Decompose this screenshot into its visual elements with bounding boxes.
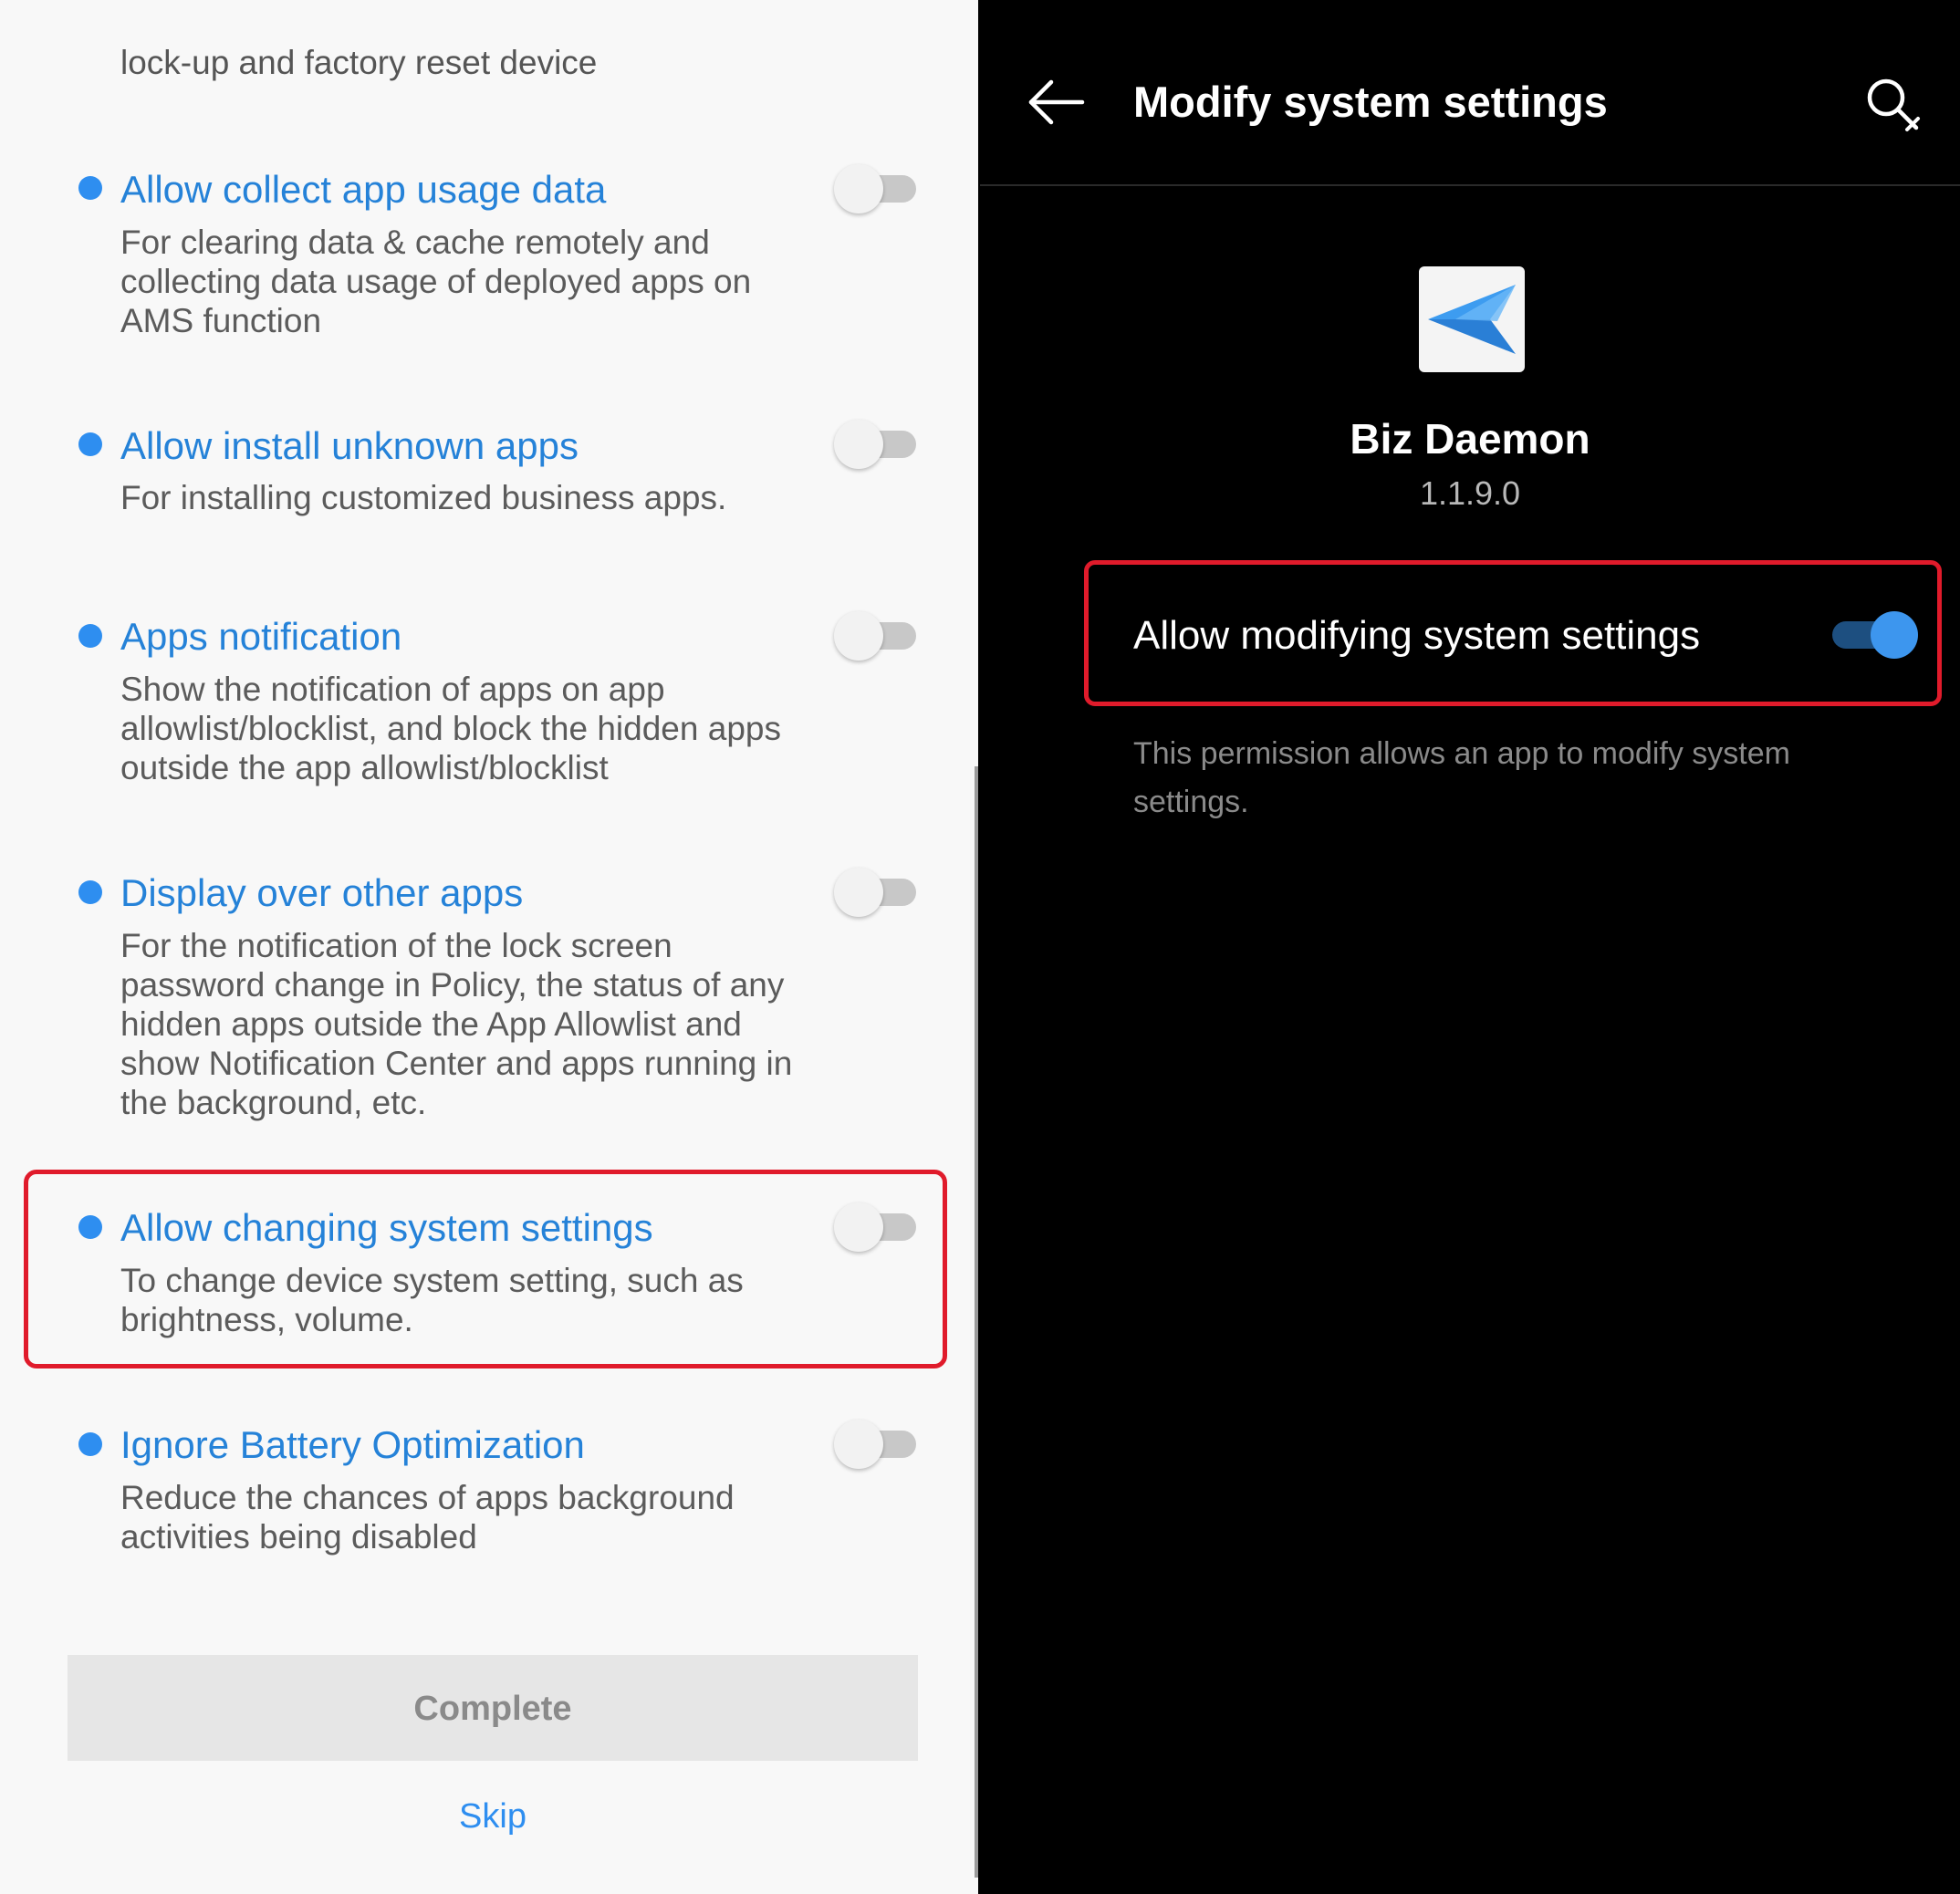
toggle-thumb: [834, 611, 883, 661]
install-unknown-toggle[interactable]: [834, 420, 918, 469]
permission-description: Reduce the chances of apps background ac…: [120, 1479, 735, 1556]
bullet-dot: [78, 176, 102, 200]
app-version: 1.1.9.0: [1419, 474, 1521, 512]
change-system-settings-toggle[interactable]: [834, 1202, 918, 1252]
permission-title: Allow changing system settings: [120, 1206, 653, 1249]
page-title: Modify system settings: [1133, 78, 1608, 126]
permission-title: Allow install unknown apps: [120, 424, 579, 467]
permission-description: For installing customized business apps.: [120, 479, 727, 516]
battery-optimization-toggle[interactable]: [834, 1420, 918, 1469]
arrow-left-icon: [1028, 79, 1085, 125]
app-name: Biz Daemon: [1350, 415, 1590, 463]
skip-link[interactable]: Skip: [68, 1797, 918, 1837]
permissions-panel: lock-up and factory reset device Allow c…: [0, 0, 978, 1894]
permission-title: Ignore Battery Optimization: [120, 1423, 585, 1466]
permission-description: This permission allows an app to modify …: [1133, 736, 1790, 819]
search-button[interactable]: [1861, 73, 1925, 137]
back-button[interactable]: [1024, 75, 1089, 130]
toggle-thumb: [834, 420, 883, 469]
previous-permission-description: lock-up and factory reset device: [120, 44, 598, 81]
header-divider: [980, 184, 1960, 186]
modify-system-settings-screen: Modify system settings Biz Daemon 1.1.9.…: [980, 0, 1960, 1894]
bullet-dot: [78, 880, 102, 904]
toggle-thumb: [834, 868, 883, 917]
scrollbar[interactable]: [975, 766, 978, 1878]
bullet-dot: [78, 1215, 102, 1239]
bullet-dot: [78, 624, 102, 648]
permission-title: Display over other apps: [120, 871, 524, 914]
allow-modifying-label: Allow modifying system settings: [1133, 613, 1701, 658]
toggle-thumb: [834, 1420, 883, 1469]
allow-modifying-toggle[interactable]: [1832, 609, 1918, 661]
apps-notification-toggle[interactable]: [834, 611, 918, 661]
permission-description: Show the notification of apps on app all…: [120, 671, 781, 786]
toggle-thumb: [834, 1202, 883, 1252]
permission-description: For clearing data & cache remotely and c…: [120, 224, 752, 339]
toggle-thumb: [834, 164, 883, 213]
permission-description: To change device system setting, such as…: [120, 1262, 744, 1338]
display-over-toggle[interactable]: [834, 868, 918, 917]
complete-button[interactable]: Complete: [68, 1655, 918, 1761]
permission-description: For the notification of the lock screen …: [120, 927, 793, 1121]
permission-title: Allow collect app usage data: [120, 168, 607, 211]
paper-plane-icon: [1419, 266, 1525, 372]
toggle-thumb: [1871, 611, 1918, 659]
bullet-dot: [78, 432, 102, 456]
search-icon: [1867, 78, 1920, 131]
collect-usage-toggle[interactable]: [834, 164, 918, 213]
bullet-dot: [78, 1432, 102, 1456]
permission-title: Apps notification: [120, 615, 402, 658]
